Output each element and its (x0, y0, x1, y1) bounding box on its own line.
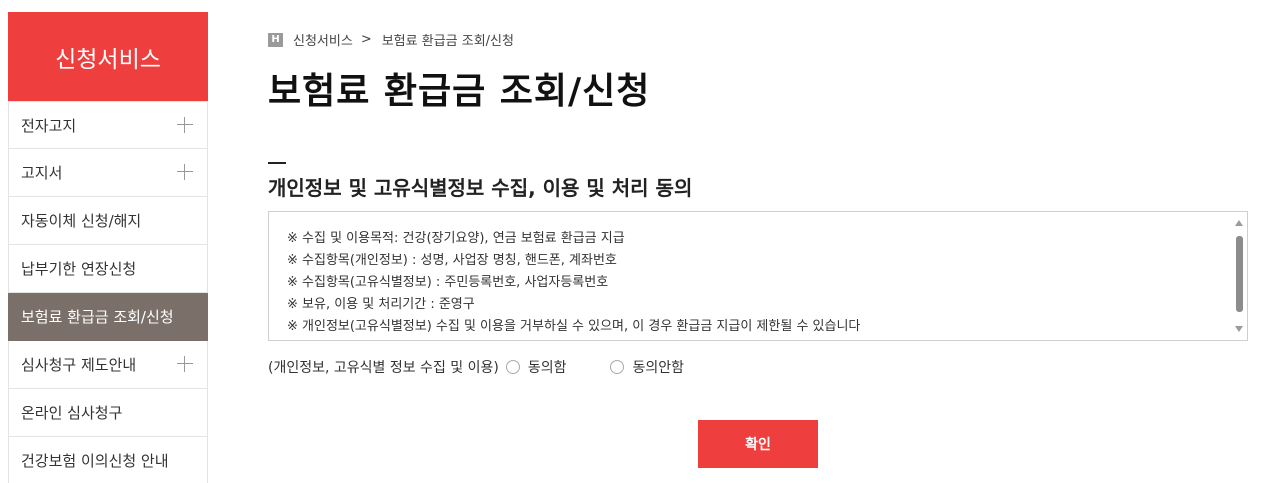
terms-line: ※ 개인정보(고유식별정보) 수집 및 이용을 거부하실 수 있으며, 이 경우… (287, 319, 861, 334)
plus-icon[interactable] (177, 356, 193, 372)
consent-row: (개인정보, 고유식별 정보 수집 및 이용) 동의함 동의안함 (268, 357, 684, 377)
breadcrumb-parent[interactable]: 신청서비스 (293, 30, 353, 49)
terms-line: ※ 수집항목(개인정보) : 성명, 사업장 명칭, 핸드폰, 계좌번호 (287, 253, 617, 268)
sidebar-item-label: 납부기한 연장신청 (21, 260, 137, 278)
terms-scrollbar[interactable] (1232, 212, 1247, 340)
breadcrumb-separator: > (360, 32, 372, 47)
sidebar-item-objection[interactable]: 건강보험 이의신청 안내 (8, 437, 208, 483)
disagree-radio[interactable] (610, 360, 625, 374)
section-divider (268, 162, 286, 164)
sidebar-item-label: 보험료 환급금 조회/신청 (21, 308, 174, 326)
breadcrumb-current: 보험료 환급금 조회/신청 (381, 34, 514, 49)
sidebar-title: 신청서비스 (8, 12, 208, 101)
terms-content: ※ 수집 및 이용목적: 건강(장기요양), 연금 보험료 환급금 지급 ※ 수… (269, 212, 1247, 338)
sidebar-item-label: 심사청구 제도안내 (21, 356, 137, 374)
sidebar-item-review-guide[interactable]: 심사청구 제도안내 (8, 341, 208, 389)
sidebar-item-label: 자동이체 신청/해지 (21, 212, 142, 230)
terms-line: ※ 수집 및 이용목적: 건강(장기요양), 연금 보험료 환급금 지급 (287, 231, 625, 246)
confirm-button[interactable]: 확인 (698, 420, 818, 468)
section-title: 개인정보 및 고유식별정보 수집, 이용 및 처리 동의 (268, 176, 693, 200)
plus-icon[interactable] (177, 117, 193, 133)
consent-label: (개인정보, 고유식별 정보 수집 및 이용) (268, 360, 499, 376)
breadcrumb: H 신청서비스 > 보험료 환급금 조회/신청 (268, 30, 514, 49)
sidebar: 신청서비스 전자고지 고지서 자동이체 신청/해지 납부기한 연장신청 보험료 … (8, 12, 208, 483)
scroll-thumb[interactable] (1236, 236, 1243, 312)
sidebar-item-e-notice[interactable]: 전자고지 (8, 101, 208, 149)
disagree-label[interactable]: 동의안함 (632, 357, 684, 377)
sidebar-item-label: 건강보험 이의신청 안내 (21, 452, 169, 470)
scroll-up-icon[interactable] (1235, 220, 1243, 226)
sidebar-item-label: 전자고지 (21, 116, 77, 135)
scroll-down-icon[interactable] (1235, 326, 1243, 332)
sidebar-item-bill[interactable]: 고지서 (8, 149, 208, 197)
sidebar-item-label: 고지서 (21, 164, 63, 182)
agree-label[interactable]: 동의함 (528, 357, 567, 377)
sidebar-item-autopay[interactable]: 자동이체 신청/해지 (8, 197, 208, 245)
plus-icon[interactable] (177, 164, 193, 180)
sidebar-item-online-review[interactable]: 온라인 심사청구 (8, 389, 208, 437)
home-icon[interactable]: H (268, 32, 283, 47)
sidebar-item-deadline-extension[interactable]: 납부기한 연장신청 (8, 245, 208, 293)
sidebar-item-refund[interactable]: 보험료 환급금 조회/신청 (8, 293, 208, 341)
sidebar-item-label: 온라인 심사청구 (21, 404, 123, 422)
terms-line: ※ 보유, 이용 및 처리기간 : 준영구 (287, 297, 475, 312)
page-title: 보험료 환급금 조회/신청 (268, 71, 651, 112)
agree-radio[interactable] (505, 360, 520, 374)
terms-line: ※ 수집항목(고유식별정보) : 주민등록번호, 사업자등록번호 (287, 275, 609, 290)
terms-box[interactable]: ※ 수집 및 이용목적: 건강(장기요양), 연금 보험료 환급금 지급 ※ 수… (268, 211, 1248, 341)
